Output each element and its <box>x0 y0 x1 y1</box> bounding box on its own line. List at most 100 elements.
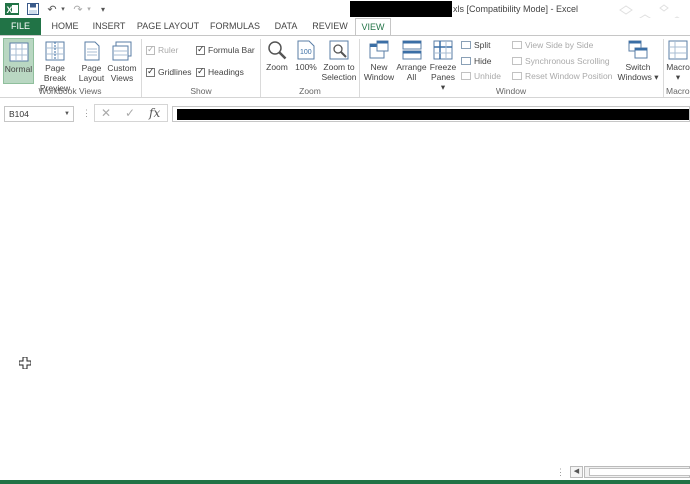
macros-label-1: Macro <box>666 62 690 72</box>
new-window-label-1: New <box>370 62 388 72</box>
group-divider <box>663 39 664 97</box>
formula-bar: B104 ▼ ⋮ ✕ ✓ fx <box>0 98 690 128</box>
redo-dropdown-icon[interactable]: ▾ <box>85 1 93 17</box>
tab-data[interactable]: DATA <box>269 18 303 35</box>
freeze-panes-button[interactable]: Freeze Panes ▾ <box>428 40 458 92</box>
macros-group-label: Macro <box>666 86 690 96</box>
title-redaction <box>350 1 452 17</box>
zoom-to-selection-button[interactable]: Zoom to Selection <box>320 40 358 86</box>
new-window-icon <box>369 40 389 59</box>
status-bar <box>0 480 690 484</box>
formula-bar-checkbox[interactable]: Formula Bar <box>196 44 255 55</box>
tab-review[interactable]: REVIEW <box>309 18 351 35</box>
zoom-label: Zoom <box>266 62 288 72</box>
freeze-panes-icon <box>433 40 453 60</box>
custom-views-icon <box>112 41 132 61</box>
save-icon[interactable] <box>25 1 41 17</box>
scroll-split-grip-icon[interactable]: ⋮ <box>556 467 565 478</box>
page-break-preview-button[interactable]: Page Break Preview <box>35 41 75 93</box>
horizontal-scrollbar[interactable] <box>584 466 690 478</box>
svg-text:100: 100 <box>300 49 312 56</box>
magnifier-icon <box>268 41 287 60</box>
cancel-icon[interactable]: ✕ <box>101 105 111 121</box>
switch-windows-label-2: Windows ▾ <box>617 72 659 82</box>
arrange-all-button[interactable]: Arrange All <box>396 40 427 86</box>
zoom-selection-label-1: Zoom to <box>323 62 355 72</box>
scrollbar-thumb[interactable] <box>589 468 690 476</box>
sync-scroll-icon <box>512 57 522 65</box>
tab-formulas[interactable]: FORMULAS <box>207 18 263 35</box>
name-box-dropdown-icon[interactable]: ▼ <box>64 107 70 121</box>
unhide-button[interactable]: Unhide <box>461 71 501 81</box>
headings-checkbox[interactable]: Headings <box>196 66 244 77</box>
formula-buttons: ✕ ✓ fx <box>94 104 168 122</box>
excel-logo-icon: X <box>4 1 20 17</box>
redo-icon[interactable]: ↷ <box>71 1 85 17</box>
ribbon: Normal Page Break Preview Page Layout Cu… <box>0 35 690 98</box>
insert-function-icon[interactable]: fx <box>149 105 160 121</box>
gridlines-check-icon <box>146 66 155 77</box>
new-window-label-2: Window <box>363 72 395 82</box>
page-layout-icon <box>84 41 99 61</box>
side-by-side-label: View Side by Side <box>525 40 594 50</box>
formula-bar-grip-icon[interactable]: ⋮ <box>82 106 91 120</box>
tab-page-layout[interactable]: PAGE LAYOUT <box>136 18 200 35</box>
tab-view[interactable]: VIEW <box>355 18 391 36</box>
customize-qat-icon[interactable]: ▾ <box>98 1 108 17</box>
hide-button[interactable]: Hide <box>461 56 491 66</box>
zoom-selection-label-2: Selection <box>321 72 357 82</box>
formula-input[interactable] <box>172 106 690 122</box>
tab-insert[interactable]: INSERT <box>88 18 130 35</box>
enter-icon[interactable]: ✓ <box>125 105 135 121</box>
custom-views-label-1: Custom <box>107 63 137 73</box>
cell-cursor-icon <box>19 357 31 369</box>
zoom-selection-icon <box>329 40 349 60</box>
formula-bar-label: Formula Bar <box>208 45 255 55</box>
custom-views-label-2: Views <box>110 73 134 83</box>
gridlines-checkbox[interactable]: Gridlines <box>146 66 192 77</box>
view-side-by-side-button[interactable]: View Side by Side <box>512 40 593 50</box>
switch-windows-button[interactable]: Switch Windows ▾ <box>617 40 659 86</box>
new-window-button[interactable]: New Window <box>363 40 395 86</box>
worksheet-area[interactable] <box>0 128 690 462</box>
freeze-panes-label-1: Freeze <box>429 62 457 72</box>
window-title: xls [Compatibility Mode] - Excel <box>453 4 579 14</box>
ruler-check-icon <box>146 44 155 55</box>
macros-button[interactable]: Macro ▾ <box>666 40 690 86</box>
synchronous-scrolling-button[interactable]: Synchronous Scrolling <box>512 56 610 66</box>
scroll-left-icon[interactable]: ◀ <box>570 466 583 478</box>
ruler-checkbox[interactable]: Ruler <box>146 44 179 55</box>
tab-file[interactable]: FILE <box>0 18 41 35</box>
reset-position-icon <box>512 72 522 80</box>
formula-bar-check-icon <box>196 44 205 55</box>
arrange-all-icon <box>402 40 421 60</box>
normal-view-button[interactable]: Normal <box>3 38 34 84</box>
page-break-icon <box>45 41 65 61</box>
ruler-label: Ruler <box>158 45 179 55</box>
reset-window-position-button[interactable]: Reset Window Position <box>512 71 612 81</box>
zoom-100-button[interactable]: 100 100% <box>293 40 319 86</box>
window-group-label: Window <box>495 86 527 96</box>
custom-views-button[interactable]: Custom Views <box>106 41 138 87</box>
switch-windows-label-1: Switch <box>625 62 651 72</box>
hide-icon <box>461 57 471 65</box>
show-group-label: Show <box>190 86 212 96</box>
arrange-all-label-2: All <box>406 72 417 82</box>
zoom-100-label: 100% <box>295 62 317 72</box>
zoom-button[interactable]: Zoom <box>263 40 291 86</box>
hide-label: Hide <box>474 56 492 66</box>
tab-home[interactable]: HOME <box>46 18 84 35</box>
unhide-icon <box>461 72 471 80</box>
split-button[interactable]: Split <box>461 40 491 50</box>
name-box[interactable]: B104 ▼ <box>4 106 74 122</box>
group-divider <box>260 39 261 97</box>
split-label: Split <box>474 40 491 50</box>
undo-icon[interactable]: ↶ <box>45 1 59 17</box>
undo-dropdown-icon[interactable]: ▾ <box>59 1 67 17</box>
gridlines-label: Gridlines <box>158 67 192 77</box>
switch-windows-icon <box>628 40 648 59</box>
side-by-side-icon <box>512 41 522 49</box>
page-layout-view-button[interactable]: Page Layout <box>78 41 105 87</box>
zoom-100-icon: 100 <box>297 40 315 60</box>
formula-redaction <box>177 109 689 120</box>
